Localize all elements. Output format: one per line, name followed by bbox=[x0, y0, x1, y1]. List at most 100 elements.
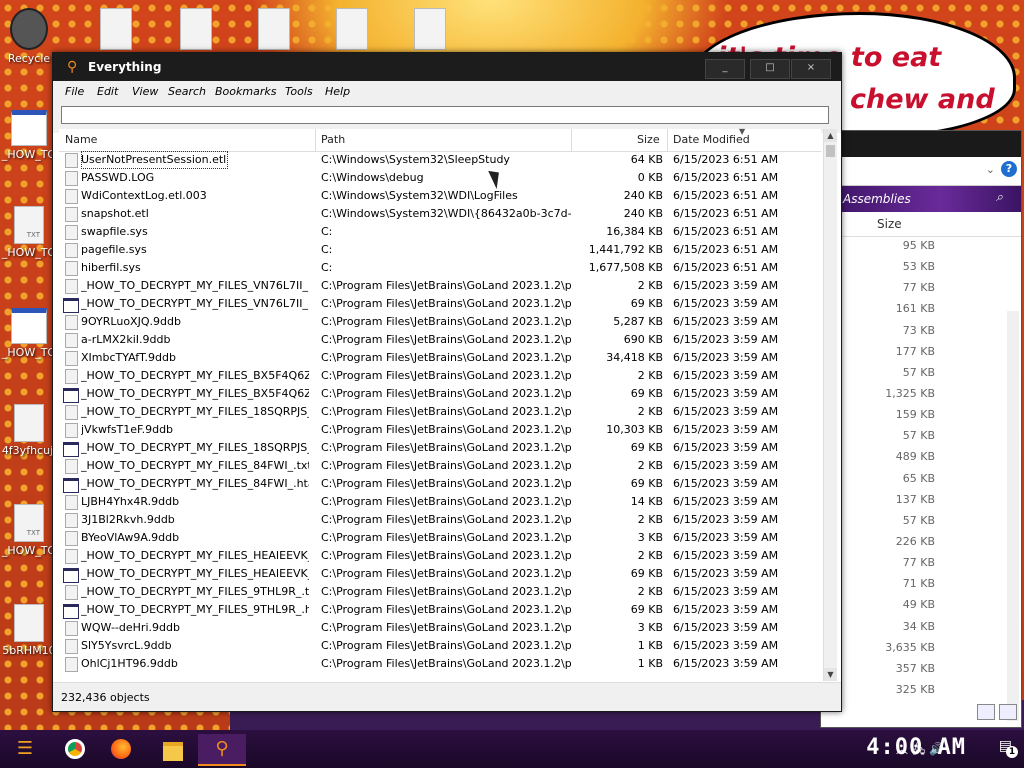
table-row[interactable]: _HOW_TO_DECRYPT_MY_FILES_9THL9R_.txt C:\P… bbox=[59, 583, 821, 601]
details-view-icon[interactable] bbox=[977, 704, 995, 720]
background-window-address-bar[interactable]: ⌄ ? bbox=[821, 157, 1021, 186]
help-icon[interactable]: ? bbox=[1001, 161, 1017, 177]
window-titlebar[interactable]: ⚲ Everything _ □ × bbox=[53, 53, 841, 81]
close-button[interactable]: × bbox=[791, 59, 831, 79]
file-date-cell: 6/15/2023 3:59 AM bbox=[673, 513, 779, 526]
column-separator[interactable] bbox=[571, 129, 572, 151]
file-path-cell: C:\Program Files\JetBrains\GoLand 2023.1… bbox=[321, 585, 571, 598]
background-explorer-window[interactable]: ⌄ ? Assemblies ⌕ Size 95 KB 53 KB 77 KB … bbox=[820, 130, 1022, 728]
file-size-cell: 3 KB bbox=[637, 621, 663, 634]
firefox-icon bbox=[111, 739, 131, 759]
file-path-cell: C:\Program Files\JetBrains\GoLand 2023.1… bbox=[321, 513, 571, 526]
table-row[interactable]: LJBH4Yhx4R.9ddb C:\Program Files\JetBrain… bbox=[59, 493, 821, 511]
file-date-cell: 6/15/2023 6:51 AM bbox=[673, 261, 779, 274]
txt-file-icon bbox=[14, 504, 44, 542]
everything-taskbar-button[interactable]: ⚲ bbox=[198, 734, 246, 766]
table-row[interactable]: BYeoVlAw9A.9ddb C:\Program Files\JetBrain… bbox=[59, 529, 821, 547]
table-row[interactable]: _HOW_TO_DECRYPT_MY_FILES_BX5F4Q6Z_.hta C:… bbox=[59, 385, 821, 403]
file-path-cell: C:\Program Files\JetBrains\GoLand 2023.1… bbox=[321, 369, 571, 382]
column-separator[interactable] bbox=[315, 129, 316, 151]
table-row[interactable]: _HOW_TO_DECRYPT_MY_FILES_9THL9R_.hta C:\P… bbox=[59, 601, 821, 619]
background-window-scrollbar[interactable] bbox=[1007, 311, 1019, 721]
minimize-button[interactable]: _ bbox=[705, 59, 745, 79]
table-row[interactable]: _HOW_TO_DECRYPT_MY_FILES_BX5F4Q6Z_.txt C:… bbox=[59, 367, 821, 385]
object-count: 232,436 objects bbox=[61, 691, 150, 704]
table-row[interactable]: PASSWD.LOG C:\Windows\debug 0 KB 6/15/2023 … bbox=[59, 169, 821, 187]
table-row[interactable]: swapfile.sys C: 16,384 KB 6/15/2023 6:51 AM bbox=[59, 223, 821, 241]
table-row[interactable]: jVkwfsT1eF.9ddb C:\Program Files\JetBrain… bbox=[59, 421, 821, 439]
firefox-taskbar-button[interactable] bbox=[104, 734, 138, 764]
table-row[interactable]: _HOW_TO_DECRYPT_MY_FILES_HEAIEEVK_.txt C:… bbox=[59, 547, 821, 565]
recycle-bin-icon bbox=[10, 8, 48, 50]
table-row[interactable]: WdiContextLog.etl.003 C:\Windows\System32… bbox=[59, 187, 821, 205]
table-row[interactable]: 3J1Bl2Rkvh.9ddb C:\Program Files\JetBrain… bbox=[59, 511, 821, 529]
notification-center-button[interactable]: ▤ 1 bbox=[999, 738, 1018, 758]
file-icon bbox=[65, 351, 78, 366]
file-date-cell: 6/15/2023 3:59 AM bbox=[673, 657, 779, 670]
table-row[interactable]: _HOW_TO_DECRYPT_MY_FILES_VN76L7II_.hta C:… bbox=[59, 295, 821, 313]
column-separator[interactable] bbox=[667, 129, 668, 151]
chrome-taskbar-button[interactable] bbox=[58, 734, 92, 764]
file-name-cell: _HOW_TO_DECRYPT_MY_FILES_VN76L7II_.hta bbox=[81, 297, 309, 310]
table-row[interactable]: _HOW_TO_DECRYPT_MY_FILES_HEAIEEVK_.hta C:… bbox=[59, 565, 821, 583]
menu-help[interactable]: Help bbox=[325, 85, 350, 98]
table-row[interactable]: OhlCj1HT96.9ddb C:\Program Files\JetBrain… bbox=[59, 655, 821, 673]
table-row[interactable]: UserNotPresentSession.etl C:\Windows\Syst… bbox=[59, 151, 821, 169]
table-row[interactable]: XImbcTYAfT.9ddb C:\Program Files\JetBrain… bbox=[59, 349, 821, 367]
table-row[interactable]: _HOW_TO_DECRYPT_MY_FILES_84FWI_.hta C:\Pr… bbox=[59, 475, 821, 493]
scrollbar-thumb[interactable] bbox=[826, 145, 835, 157]
file-path-cell: C:\Program Files\JetBrains\GoLand 2023.1… bbox=[321, 297, 571, 310]
file-name-cell: UserNotPresentSession.etl bbox=[81, 151, 229, 169]
table-row[interactable]: 9OYRLuoXJQ.9ddb C:\Program Files\JetBrain… bbox=[59, 313, 821, 331]
desktop-file-icon[interactable] bbox=[258, 8, 290, 50]
file-path-cell: C:\Program Files\JetBrains\GoLand 2023.1… bbox=[321, 315, 571, 328]
window-title: Everything bbox=[88, 60, 162, 74]
scroll-down-arrow-icon[interactable]: ▼ bbox=[824, 668, 837, 681]
desktop-icon-label: _HOW_TO bbox=[1, 246, 57, 259]
large-icons-view-icon[interactable] bbox=[999, 704, 1017, 720]
table-row[interactable]: _HOW_TO_DECRYPT_MY_FILES_18SQRPJS_.hta C:… bbox=[59, 439, 821, 457]
search-input[interactable] bbox=[61, 106, 829, 124]
date-modified-column-header[interactable]: Date Modified bbox=[673, 133, 750, 146]
path-column-header[interactable]: Path bbox=[321, 133, 345, 146]
desktop-file-icon[interactable] bbox=[336, 8, 368, 50]
menu-edit[interactable]: Edit bbox=[97, 85, 118, 98]
everything-window[interactable]: ⚲ Everything _ □ × File Edit View Search… bbox=[52, 52, 842, 712]
view-toggle bbox=[973, 704, 1017, 723]
size-column-header[interactable]: Size bbox=[877, 217, 902, 231]
table-row[interactable]: snapshot.etl C:\Windows\System32\WDI\{864… bbox=[59, 205, 821, 223]
table-row[interactable]: WQW--deHri.9ddb C:\Program Files\JetBrain… bbox=[59, 619, 821, 637]
table-row[interactable]: SlY5YsvrcL.9ddb C:\Program Files\JetBrain… bbox=[59, 637, 821, 655]
scroll-up-arrow-icon[interactable]: ▲ bbox=[824, 129, 837, 142]
hta-file-icon bbox=[63, 298, 79, 313]
size-column-header[interactable]: Size bbox=[637, 133, 660, 146]
search-icon[interactable]: ⌕ bbox=[996, 190, 1003, 205]
menu-tools[interactable]: Tools bbox=[285, 85, 313, 98]
file-name-cell: _HOW_TO_DECRYPT_MY_FILES_BX5F4Q6Z_.txt bbox=[81, 369, 309, 382]
table-row[interactable]: _HOW_TO_DECRYPT_MY_FILES_VN76L7II_.txt C:… bbox=[59, 277, 821, 295]
menu-file[interactable]: File bbox=[65, 85, 84, 98]
desktop-file-icon[interactable] bbox=[100, 8, 132, 50]
table-row[interactable]: _HOW_TO_DECRYPT_MY_FILES_18SQRPJS_.txt C:… bbox=[59, 403, 821, 421]
file-explorer-taskbar-button[interactable] bbox=[156, 734, 190, 764]
table-row[interactable]: _HOW_TO_DECRYPT_MY_FILES_84FWI_.txt C:\Pr… bbox=[59, 457, 821, 475]
table-row[interactable]: pagefile.sys C: 1,441,792 KB 6/15/2023 6:51… bbox=[59, 241, 821, 259]
file-date-cell: 6/15/2023 3:59 AM bbox=[673, 567, 779, 580]
chevron-down-icon[interactable]: ⌄ bbox=[986, 163, 995, 176]
menu-bookmarks[interactable]: Bookmarks bbox=[215, 85, 276, 98]
file-size-cell: 1 KB bbox=[637, 657, 663, 670]
menu-view[interactable]: View bbox=[132, 85, 158, 98]
desktop-file-icon[interactable] bbox=[180, 8, 212, 50]
background-window-titlebar[interactable] bbox=[821, 131, 1021, 157]
menu-search[interactable]: Search bbox=[168, 85, 206, 98]
taskbar-clock[interactable]: 4:00 AM bbox=[866, 735, 966, 760]
table-row[interactable]: hiberfil.sys C: 1,677,508 KB 6/15/2023 6:51… bbox=[59, 259, 821, 277]
maximize-button[interactable]: □ bbox=[750, 59, 790, 79]
start-button[interactable]: ☰ bbox=[8, 734, 42, 764]
file-name-cell: 3J1Bl2Rkvh.9ddb bbox=[81, 513, 175, 526]
results-scrollbar[interactable]: ▲ ▼ bbox=[823, 129, 837, 681]
desktop-file-icon[interactable] bbox=[414, 8, 446, 50]
name-column-header[interactable]: Name bbox=[65, 133, 97, 146]
table-row[interactable]: a-rLMX2kiI.9ddb C:\Program Files\JetBrain… bbox=[59, 331, 821, 349]
background-window-column-header[interactable]: Size bbox=[821, 212, 1021, 237]
